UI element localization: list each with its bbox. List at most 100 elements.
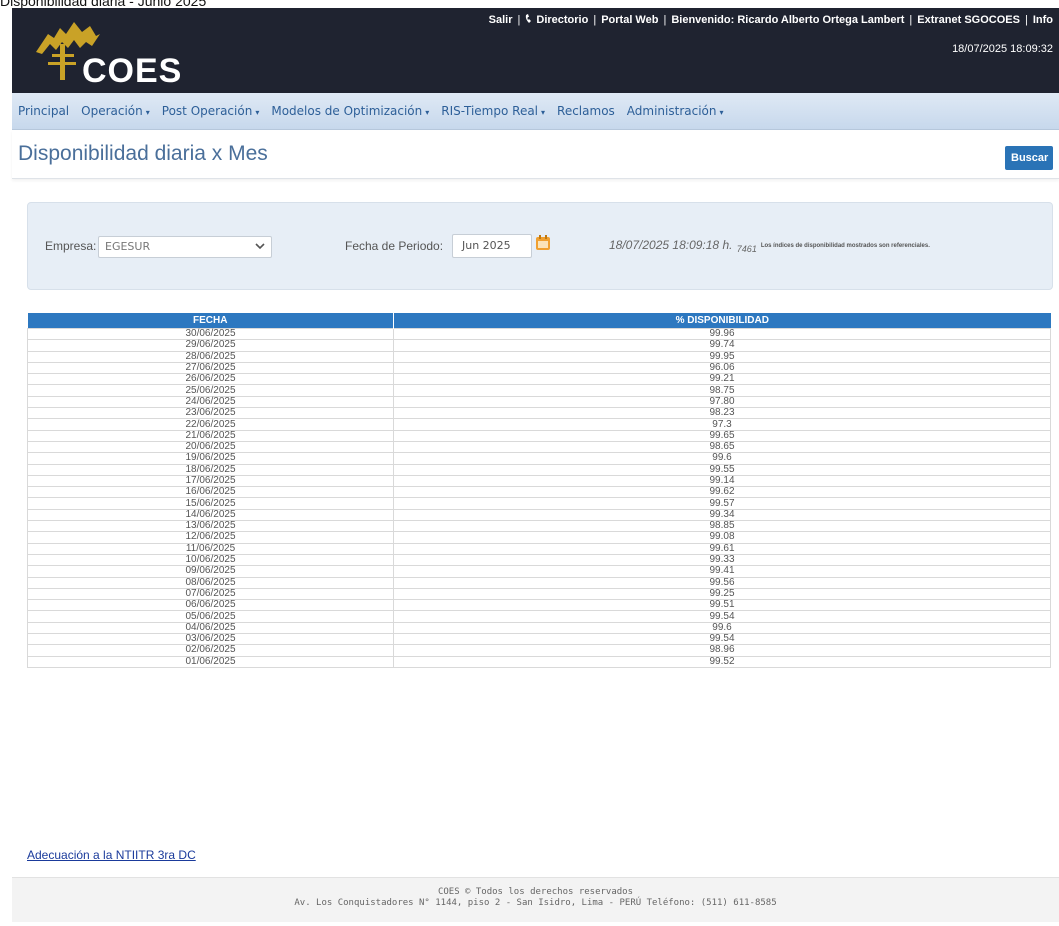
phone-icon — [526, 14, 532, 23]
table-row: 23/06/2025 98.23 — [27, 407, 1051, 420]
menu-label: Operación — [81, 104, 143, 118]
fecha-cell: 07/06/2025 — [27, 587, 394, 601]
timestamp-text: 18/07/2025 18:09:18 h. — [609, 238, 733, 252]
disponibilidad-cell: 99.08 — [393, 531, 1051, 544]
title-bar: Disponibilidad diaria x Mes Buscar — [12, 130, 1059, 179]
fecha-cell: 02/06/2025 — [27, 644, 394, 657]
menu-label: RIS-Tiempo Real — [441, 104, 539, 118]
fecha-cell: 09/06/2025 — [27, 565, 394, 578]
fecha-cell: 30/06/2025 — [27, 327, 394, 341]
column-header-fecha[interactable]: FECHA — [27, 313, 394, 329]
fecha-cell: 04/06/2025 — [27, 621, 394, 635]
calendar-icon[interactable] — [535, 235, 551, 251]
record-code: 7461 — [736, 244, 757, 254]
fecha-cell: 05/06/2025 — [27, 610, 394, 623]
disponibilidad-cell: 99.21 — [393, 373, 1051, 386]
menu-administracion[interactable]: Administración ▾ — [621, 104, 730, 118]
menu-modelos[interactable]: Modelos de Optimización ▾ — [265, 104, 435, 118]
disponibilidad-cell: 98.75 — [393, 384, 1051, 397]
menu-label: Modelos de Optimización — [271, 104, 423, 118]
table-row: 10/06/2025 99.33 — [27, 553, 1051, 567]
directorio-link[interactable]: Directorio — [525, 14, 588, 26]
fecha-cell: 10/06/2025 — [27, 553, 394, 567]
disponibilidad-cell: 98.23 — [393, 407, 1051, 420]
fecha-cell: 08/06/2025 — [27, 576, 394, 589]
separator: | — [663, 14, 667, 26]
table-header-row: FECHA % DISPONIBILIDAD — [27, 313, 1051, 329]
table-row: 06/06/2025 99.51 — [27, 599, 1051, 612]
table-row: 21/06/2025 99.65 — [27, 429, 1051, 442]
table-row: 19/06/2025 99.6 — [27, 452, 1051, 465]
address-text: Av. Los Conquistadores N° 1144, piso 2 -… — [294, 898, 777, 908]
menu-reclamos[interactable]: Reclamos — [551, 104, 621, 118]
table-row: 03/06/2025 99.54 — [27, 633, 1051, 646]
info-link[interactable]: Info — [1033, 14, 1053, 26]
disponibilidad-cell: 99.52 — [393, 655, 1051, 668]
disponibilidad-cell: 98.85 — [393, 520, 1051, 533]
ntiitr-link[interactable]: Adecuación a la NTIITR 3ra DC — [27, 848, 196, 862]
fecha-cell: 21/06/2025 — [27, 429, 394, 442]
disponibilidad-cell: 99.57 — [393, 497, 1051, 510]
salir-link[interactable]: Salir — [489, 14, 513, 26]
table-row: 07/06/2025 99.25 — [27, 587, 1051, 601]
table-row: 09/06/2025 99.41 — [27, 565, 1051, 578]
menu-operacion[interactable]: Operación ▾ — [75, 104, 156, 118]
disponibilidad-cell: 99.6 — [393, 621, 1051, 635]
fecha-cell: 18/06/2025 — [27, 463, 394, 476]
separator: | — [517, 14, 521, 26]
fecha-cell: 29/06/2025 — [27, 339, 394, 352]
disponibilidad-cell: 99.65 — [393, 429, 1051, 442]
empresa-value: EGESUR — [105, 240, 151, 253]
table-row: 29/06/2025 99.74 — [27, 339, 1051, 352]
fecha-cell: 13/06/2025 — [27, 520, 394, 533]
disponibilidad-cell: 96.06 — [393, 361, 1051, 375]
disponibilidad-cell: 97.80 — [393, 395, 1051, 409]
caret-down-icon: ▾ — [541, 108, 546, 117]
menu-principal[interactable]: Principal — [12, 104, 75, 118]
fecha-cell: 22/06/2025 — [27, 418, 394, 431]
disponibilidad-cell: 99.6 — [393, 452, 1051, 465]
site-header: COES Salir | Directorio | Portal Web | Bienven… — [12, 8, 1059, 93]
fecha-cell: 23/06/2025 — [27, 407, 394, 420]
periodo-date-input[interactable]: Jun 2025 — [452, 234, 532, 258]
disponibilidad-cell: 99.34 — [393, 508, 1051, 522]
table-row: 28/06/2025 99.95 — [27, 350, 1051, 363]
fecha-cell: 14/06/2025 — [27, 508, 394, 522]
table-row: 15/06/2025 99.57 — [27, 497, 1051, 510]
disponibilidad-cell: 98.96 — [393, 644, 1051, 657]
disponibilidad-cell: 99.55 — [393, 463, 1051, 476]
page-title: Disponibilidad diaria x Mes — [18, 142, 268, 165]
table-row: 08/06/2025 99.56 — [27, 576, 1051, 589]
fecha-cell: 24/06/2025 — [27, 395, 394, 409]
copyright-text: COES © Todos los derechos reservados — [437, 887, 634, 897]
fecha-cell: 20/06/2025 — [27, 440, 394, 454]
logo-text: COES — [82, 52, 183, 90]
disponibilidad-cell: 99.33 — [393, 553, 1051, 567]
column-header-disponibilidad[interactable]: % DISPONIBILIDAD — [393, 313, 1051, 329]
table-row: 11/06/2025 99.61 — [27, 542, 1051, 555]
table-row: 26/06/2025 99.21 — [27, 373, 1051, 386]
periodo-value: Jun 2025 — [462, 239, 511, 252]
portal-web-link[interactable]: Portal Web — [601, 14, 658, 26]
table-row: 22/06/2025 97.3 — [27, 418, 1051, 431]
disponibilidad-cell: 99.54 — [393, 610, 1051, 623]
disponibilidad-cell: 99.96 — [393, 327, 1051, 341]
extranet-link[interactable]: Extranet SGOCOES — [917, 14, 1020, 26]
page-footer: COES © Todos los derechos reservados Av.… — [12, 877, 1059, 922]
fecha-cell: 16/06/2025 — [27, 486, 394, 499]
fecha-cell: 11/06/2025 — [27, 542, 394, 555]
disponibilidad-cell: 99.56 — [393, 576, 1051, 589]
main-menu: Principal Operación ▾ Post Operación ▾ Mod… — [12, 93, 1059, 130]
menu-post-operacion[interactable]: Post Operación ▾ — [156, 104, 266, 118]
caret-down-icon: ▾ — [145, 108, 150, 117]
search-button[interactable]: Buscar — [1005, 146, 1053, 170]
coes-logo: COES — [30, 14, 181, 90]
disponibilidad-cell: 99.62 — [393, 486, 1051, 499]
disponibilidad-cell: 99.51 — [393, 599, 1051, 612]
empresa-label: Empresa: — [45, 239, 97, 253]
menu-ris[interactable]: RIS-Tiempo Real ▾ — [435, 104, 551, 118]
disponibilidad-cell: 99.41 — [393, 565, 1051, 578]
empresa-select[interactable]: EGESUR — [98, 236, 272, 258]
caret-down-icon: ▾ — [425, 108, 430, 117]
disponibilidad-cell: 99.74 — [393, 339, 1051, 352]
